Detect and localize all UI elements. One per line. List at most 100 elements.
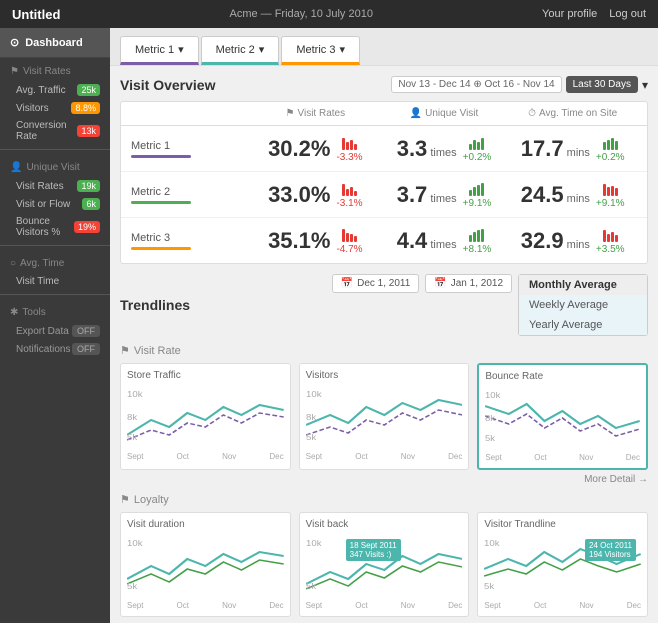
date-filter-range1[interactable]: Nov 13 - Dec 14 ⊕ Oct 16 - Nov 14	[391, 76, 561, 93]
conversion-badge: 13k	[77, 125, 100, 137]
chart-visit-back: Visit back 10k 5k 18 Sept 2011347 Visits…	[299, 512, 470, 617]
period-dropdown[interactable]: Monthly Average Weekly Average Yearly Av…	[518, 274, 648, 336]
sidebar-item-conversion-rate[interactable]: Conversion Rate 13k	[0, 117, 110, 145]
chevron-down-icon-date[interactable]: ▾	[642, 78, 648, 92]
chart-bounce-rate: Bounce Rate 10k 8k 5k SeptOctNovDec	[477, 363, 648, 470]
metric2-at-minichart	[603, 180, 618, 196]
sidebar-item-export-data[interactable]: Export Data OFF	[0, 322, 110, 340]
calendar-icon-end: 📅	[434, 278, 446, 289]
option-weekly[interactable]: Weekly Average	[519, 295, 647, 315]
svg-text:5k: 5k	[127, 582, 138, 591]
metric2-uv-minichart	[469, 180, 484, 196]
trendlines-title: Trendlines	[120, 297, 190, 313]
svg-text:5k: 5k	[484, 582, 495, 591]
trendlines-section: Trendlines 📅 Dec 1, 2011 📅 Jan 1, 2012	[120, 274, 648, 617]
chevron-down-icon-3: ▾	[339, 43, 345, 56]
loyalty-icon: ⚑	[120, 493, 130, 506]
loyalty-label: ⚑ Loyalty	[120, 493, 648, 506]
main-layout: ⊙ Dashboard ⚑ Visit Rates Avg. Traffic 2…	[0, 28, 658, 623]
header-center-info: Acme — Friday, 10 July 2010	[60, 8, 542, 20]
flag-col-icon: ⚑	[286, 108, 295, 119]
metric1-visit-rate: 30.2% -3.3%	[251, 134, 380, 163]
header-actions: Your profile Log out	[542, 8, 646, 20]
metric1-uv-change: +0.2%	[463, 152, 492, 163]
metric3-at-minichart	[603, 226, 618, 242]
chart-visit-duration-title: Visit duration	[127, 519, 284, 530]
sidebar-item-bounce-visitors[interactable]: Bounce Visitors % 19%	[0, 213, 110, 241]
sidebar-section-tools: ✱ Tools	[0, 299, 110, 322]
sidebar: ⊙ Dashboard ⚑ Visit Rates Avg. Traffic 2…	[0, 28, 110, 623]
chart-visitors-area: 10k 8k 5k	[306, 385, 463, 450]
option-monthly[interactable]: Monthly Average	[519, 275, 647, 295]
sidebar-section-visit-rates: ⚑ Visit Rates	[0, 58, 110, 81]
svg-text:5k: 5k	[485, 434, 496, 443]
svg-text:10k: 10k	[127, 539, 143, 548]
chart-store-traffic-area: 10k 8k 5k	[127, 385, 284, 450]
end-date-input[interactable]: 📅 Jan 1, 2012	[425, 274, 512, 293]
overview-table-header: ⚑ Visit Rates 👤 Unique Visit ⏱ Avg. Time…	[121, 102, 647, 126]
charts-row1: Store Traffic 10k 8k 5k	[120, 363, 648, 470]
bounce-rate-svg: 10k 8k 5k	[485, 386, 640, 451]
date-filter-last30[interactable]: Last 30 Days	[566, 76, 638, 93]
metric1-line	[131, 155, 191, 158]
svg-text:8k: 8k	[127, 413, 138, 422]
overview-row-metric3: Metric 3 35.1%	[121, 218, 647, 263]
visit-rate-icon: ⚑	[120, 344, 130, 357]
metric1-at-minichart	[603, 134, 618, 150]
more-detail-link[interactable]: More Detail →	[120, 474, 648, 485]
chart-bounce-rate-labels: SeptOctNovDec	[485, 453, 640, 462]
metric1-uv-minichart	[469, 134, 484, 150]
metric3-vr-minichart	[342, 226, 357, 242]
empty-header-cell	[131, 108, 251, 119]
overview-row-metric2: Metric 2 33.0%	[121, 172, 647, 218]
logout-link[interactable]: Log out	[609, 8, 646, 20]
sidebar-item-visit-time[interactable]: Visit Time	[0, 273, 110, 290]
visit-back-tooltip: 18 Sept 2011347 Visits :)	[346, 539, 401, 561]
metric1-at-change: +0.2%	[596, 152, 625, 163]
notifications-toggle[interactable]: OFF	[72, 343, 100, 355]
loyalty-section: ⚑ Loyalty Visit duration 10k	[120, 493, 648, 617]
sidebar-divider-2	[0, 245, 110, 246]
option-yearly[interactable]: Yearly Average	[519, 315, 647, 335]
chart-visitors-labels: SeptOctNovDec	[306, 452, 463, 461]
chevron-down-icon-1: ▾	[178, 43, 184, 56]
svg-text:5k: 5k	[306, 433, 317, 442]
dashboard-button[interactable]: ⊙ Dashboard	[0, 28, 110, 58]
metric2-visit-rate: 33.0% -3.1%	[251, 180, 380, 209]
section-tools-label: Tools	[22, 307, 45, 318]
export-data-toggle[interactable]: OFF	[72, 325, 100, 337]
sidebar-item-visit-or-flow[interactable]: Visit or Flow 6k	[0, 195, 110, 213]
metric1-label: Metric 1	[131, 140, 251, 158]
metric-tab-2[interactable]: Metric 2 ▾	[201, 36, 280, 65]
svg-text:5k: 5k	[127, 433, 138, 442]
date-inputs: 📅 Dec 1, 2011 📅 Jan 1, 2012	[332, 274, 512, 293]
sidebar-item-visit-rates[interactable]: Visit Rates 19k	[0, 177, 110, 195]
chart-visitor-trandline-labels: SeptOctNovDec	[484, 601, 641, 610]
metric-tab-1[interactable]: Metric 1 ▾	[120, 36, 199, 65]
metric-tab-3[interactable]: Metric 3 ▾	[281, 36, 360, 65]
sidebar-item-visitors[interactable]: Visitors 8.8%	[0, 99, 110, 117]
metric3-avg-time: 32.9 mins +3.	[508, 226, 637, 255]
overview-table: ⚑ Visit Rates 👤 Unique Visit ⏱ Avg. Time…	[120, 101, 648, 264]
metric3-vr-change: -4.7%	[336, 244, 362, 255]
chart-store-traffic-title: Store Traffic	[127, 370, 284, 381]
calendar-icon-start: 📅	[341, 278, 353, 289]
person-col-icon: 👤	[410, 108, 422, 119]
person-icon: 👤	[10, 162, 22, 173]
chart-store-traffic: Store Traffic 10k 8k 5k	[120, 363, 291, 470]
start-date-input[interactable]: 📅 Dec 1, 2011	[332, 274, 420, 293]
visit-rate-section-label: ⚑ Visit Rate	[120, 344, 648, 357]
metric3-label: Metric 3	[131, 232, 251, 250]
sidebar-section-unique-visit: 👤 Unique Visit	[0, 154, 110, 177]
svg-text:10k: 10k	[306, 539, 322, 548]
metric2-vr-minichart	[342, 180, 357, 196]
dashboard-icon: ⊙	[10, 36, 19, 49]
visitor-trandline-tooltip: 24 Oct 2011194 Visitors	[585, 539, 636, 561]
metric1-unique-visit: 3.3 times +0.	[380, 134, 509, 163]
your-profile-link[interactable]: Your profile	[542, 8, 597, 20]
sidebar-divider-3	[0, 294, 110, 295]
sidebar-section-avg-time: ○ Avg. Time	[0, 250, 110, 273]
sidebar-item-notifications[interactable]: Notifications OFF	[0, 340, 110, 358]
sidebar-item-avg-traffic[interactable]: Avg. Traffic 25k	[0, 81, 110, 99]
trendlines-header: Trendlines 📅 Dec 1, 2011 📅 Jan 1, 2012	[120, 274, 648, 336]
